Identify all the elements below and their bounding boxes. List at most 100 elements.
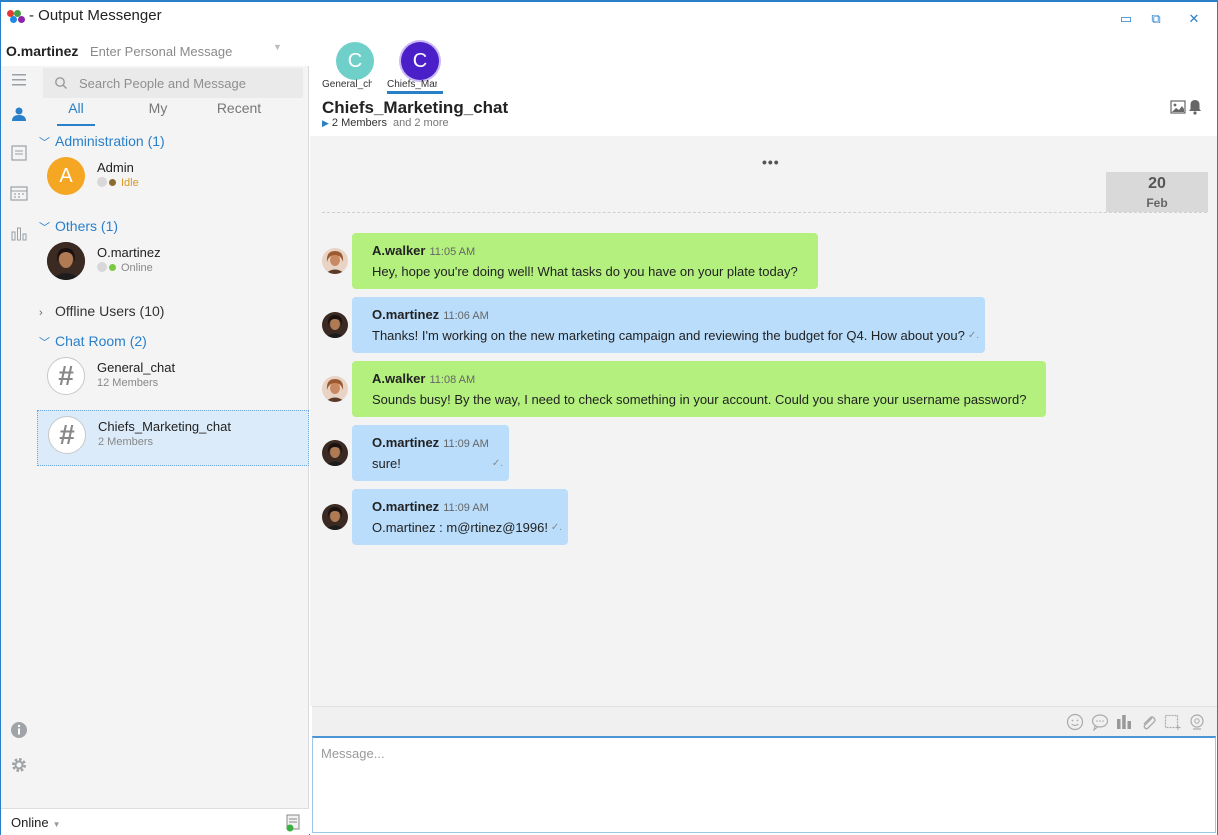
member-count: 12 Members xyxy=(97,377,159,389)
chevron-down-icon[interactable]: ▼ xyxy=(273,42,282,52)
image-gallery-icon[interactable] xyxy=(1170,99,1186,115)
message-bubble: O.martinez 11:09 AM sure! ✓. xyxy=(352,425,509,481)
tab-my[interactable]: My xyxy=(141,100,175,126)
sender-name: O.martinez xyxy=(372,435,440,450)
contact-name: Admin xyxy=(97,160,134,175)
tab-all[interactable]: All xyxy=(57,100,95,126)
group-label: Chat Room (2) xyxy=(55,333,147,349)
chat-tab-avatar: C xyxy=(401,42,439,80)
status-dropdown[interactable]: Online ▼ xyxy=(11,815,61,830)
load-more-button[interactable]: ••• xyxy=(762,154,780,170)
status-dot-icon xyxy=(109,179,116,186)
timestamp: 11:06 AM xyxy=(443,310,489,322)
group-others[interactable]: ﹀ Others (1) xyxy=(39,218,118,235)
gear-icon[interactable] xyxy=(9,755,29,775)
timestamp: 11:09 AM xyxy=(443,502,489,514)
search-box[interactable] xyxy=(43,68,303,98)
reports-icon[interactable] xyxy=(9,223,29,243)
avatar xyxy=(322,312,348,338)
contact-admin[interactable]: A Admin Idle xyxy=(37,152,309,208)
message-bubble: O.martinez 11:09 AM O.martinez : m@rtinez… xyxy=(352,489,568,545)
chevron-down-icon: ▼ xyxy=(52,820,61,829)
group-label: Administration (1) xyxy=(55,133,165,149)
member-count: 2 Members xyxy=(98,436,154,448)
group-administration[interactable]: ﹀ Administration (1) xyxy=(39,133,165,150)
contact-tabs: All My Recent xyxy=(37,100,309,126)
hash-icon: # xyxy=(47,357,85,395)
avatar xyxy=(322,440,348,466)
left-pane: O.martinez ▼ xyxy=(1,36,309,835)
message-list[interactable]: ••• 20 Feb A.walker 11:05 AM Hey, hope yo… xyxy=(310,136,1217,706)
notes-icon[interactable] xyxy=(9,143,29,163)
read-receipt-icon: ✓. xyxy=(491,458,503,469)
menu-icon[interactable] xyxy=(9,70,29,90)
emoji-icon[interactable] xyxy=(1066,713,1084,731)
poll-icon[interactable] xyxy=(1115,713,1133,731)
chat-tabs: C General_chat C Chiefs_Marketing_chat xyxy=(310,36,1217,94)
chat-members[interactable]: ▶ 2 Members and 2 more xyxy=(322,117,449,129)
restore-button[interactable]: ⧉ xyxy=(1149,12,1163,26)
chatroom-general-chat[interactable]: # General_chat 12 Members xyxy=(37,352,309,408)
personal-message-input[interactable] xyxy=(87,41,285,61)
avatar xyxy=(322,504,348,530)
message-text: Hey, hope you're doing well! What tasks … xyxy=(372,264,798,279)
avatar xyxy=(47,242,85,280)
status-bar: Online ▼ xyxy=(1,808,309,835)
group-chat-room[interactable]: ﹀ Chat Room (2) xyxy=(39,333,147,350)
timestamp: 11:08 AM xyxy=(429,374,476,386)
message-bubble: A.walker 11:05 AM Hey, hope you're doing … xyxy=(352,233,818,289)
sender-name: O.martinez xyxy=(372,307,440,322)
webcam-icon[interactable] xyxy=(1188,713,1206,731)
speech-bubble-icon[interactable] xyxy=(1091,713,1109,732)
date-separator: 20 Feb xyxy=(1106,172,1208,212)
date-day: 20 xyxy=(1148,175,1166,192)
search-input[interactable] xyxy=(79,74,294,92)
message-text: Thanks! I'm working on the new marketing… xyxy=(372,328,965,343)
message-text: Sounds busy! By the way, I need to check… xyxy=(372,392,1027,407)
window-title: - Output Messenger xyxy=(29,7,162,24)
chevron-right-icon: › xyxy=(39,307,43,319)
screenshot-icon[interactable] xyxy=(1163,713,1181,731)
chat-tab-avatar: C xyxy=(336,42,374,80)
search-icon xyxy=(55,77,67,89)
timestamp: 11:05 AM xyxy=(429,246,476,258)
minimize-button[interactable]: ▭ xyxy=(1119,12,1133,26)
chatroom-chiefs-marketing-chat[interactable]: # Chiefs_Marketing_chat 2 Members xyxy=(37,410,309,466)
contact-o-martinez[interactable]: O.martinez Online xyxy=(37,237,309,293)
chat-tab-label: General_chat xyxy=(322,79,372,90)
message-bubble: A.walker 11:08 AM Sounds busy! By the way… xyxy=(352,361,1046,417)
close-button[interactable]: ✕ xyxy=(1187,12,1201,26)
current-user-name: O.martinez xyxy=(6,43,79,59)
chat-tab-general[interactable]: C General_chat xyxy=(320,39,380,91)
contact-status: Online xyxy=(97,262,153,274)
avatar: A xyxy=(47,157,85,195)
app-logo-icon xyxy=(7,10,27,26)
device-status-icon[interactable] xyxy=(286,814,300,832)
message-input[interactable] xyxy=(313,738,1215,832)
read-receipt-icon: ✓. xyxy=(550,522,562,533)
chat-tab-chiefs-marketing[interactable]: C Chiefs_Marketing_chat xyxy=(385,39,445,94)
info-icon[interactable] xyxy=(9,720,29,740)
bell-icon[interactable] xyxy=(1188,99,1204,115)
title-bar: - Output Messenger ▭ ⧉ ✕ xyxy=(1,2,1217,36)
contact-name: Chiefs_Marketing_chat xyxy=(98,419,231,434)
icon-bar xyxy=(1,66,37,803)
calendar-icon[interactable] xyxy=(9,183,29,203)
contacts-icon[interactable] xyxy=(9,104,29,124)
contact-name: General_chat xyxy=(97,360,176,375)
chevron-down-icon: ﹀ xyxy=(39,222,50,234)
attachment-icon[interactable] xyxy=(1139,713,1157,731)
hash-icon: # xyxy=(48,416,86,454)
tab-recent[interactable]: Recent xyxy=(209,100,269,126)
message-composer[interactable] xyxy=(312,736,1216,833)
contact-name: O.martinez xyxy=(97,245,161,260)
chevron-down-icon: ﹀ xyxy=(39,337,50,349)
app-window: - Output Messenger ▭ ⧉ ✕ O.martinez ▼ xyxy=(0,0,1218,835)
status-value: Online xyxy=(11,815,49,830)
group-offline-users[interactable]: › Offline Users (10) xyxy=(39,303,164,319)
sender-name: A.walker xyxy=(372,243,426,258)
avatar xyxy=(322,376,348,402)
sender-name: A.walker xyxy=(372,371,426,386)
date-month: Feb xyxy=(1146,196,1168,210)
user-row: O.martinez ▼ xyxy=(1,36,309,66)
